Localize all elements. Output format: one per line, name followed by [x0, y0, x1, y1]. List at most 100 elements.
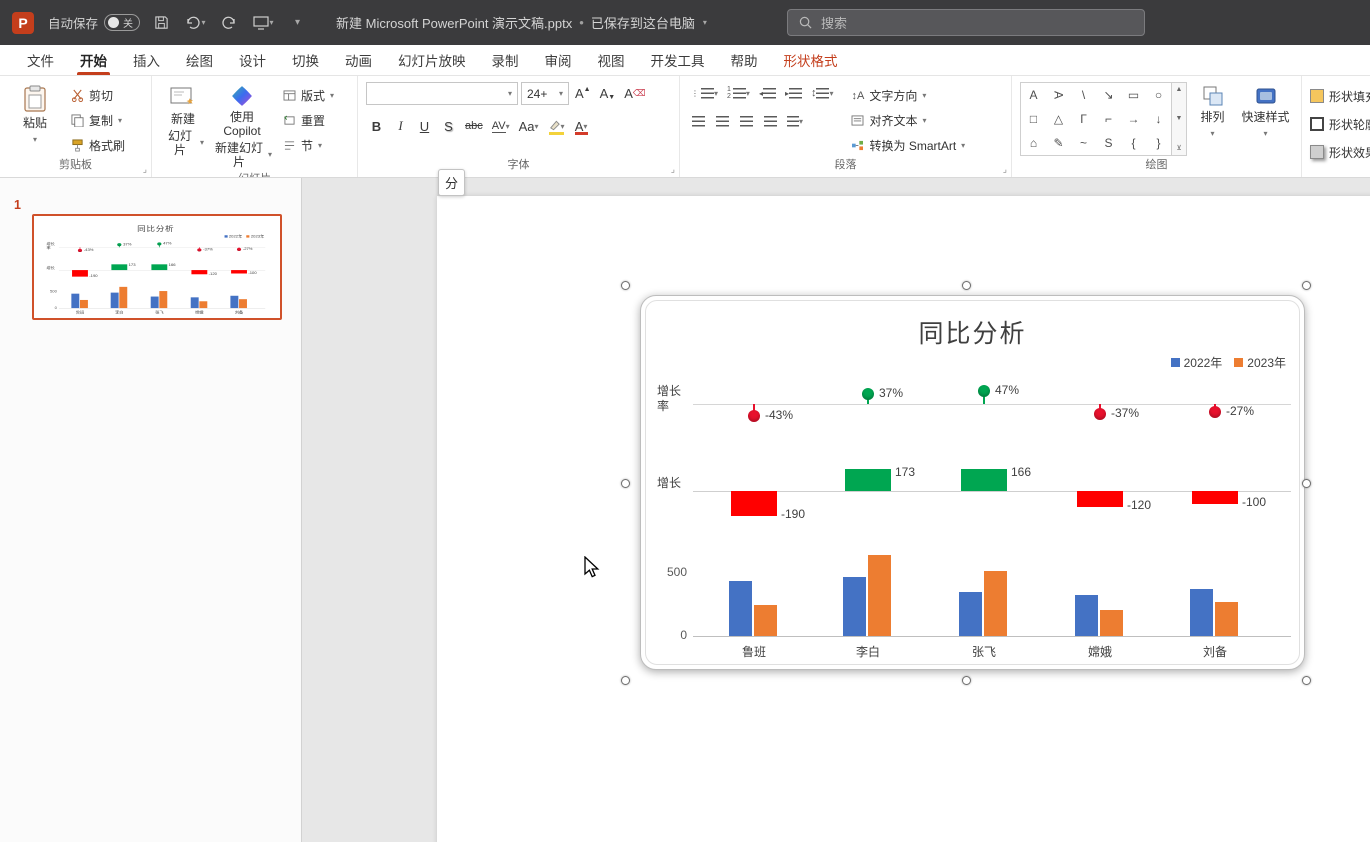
- resize-handle-bottom-right[interactable]: [1302, 676, 1311, 685]
- chart-object[interactable]: 同比分析2022年2023年增长 率-43%37%47%-37%-27%增长-1…: [640, 295, 1305, 670]
- quick-styles-button[interactable]: 快速样式 ▾: [1238, 82, 1293, 144]
- paragraph-dialog-launcher[interactable]: ⌟: [1003, 165, 1007, 174]
- bullets-button[interactable]: ⋮▾: [688, 82, 721, 104]
- align-text-button[interactable]: 对齐文本 ▾: [846, 109, 970, 132]
- justify-button[interactable]: [760, 110, 781, 132]
- font-dialog-launcher[interactable]: ⌟: [671, 165, 675, 174]
- autosave-switch[interactable]: 关: [104, 14, 140, 31]
- shape-scribble-icon[interactable]: ✎: [1046, 131, 1071, 155]
- ribbon-tab-draw[interactable]: 绘图: [173, 45, 226, 75]
- reset-button[interactable]: 重置: [278, 109, 339, 132]
- shape-right-brace-icon[interactable]: }: [1146, 131, 1171, 155]
- resize-handle-top-left[interactable]: [621, 281, 630, 290]
- columns-button[interactable]: ▾: [784, 110, 806, 132]
- ribbon-tab-home[interactable]: 开始: [67, 45, 120, 75]
- search-input[interactable]: 搜索: [787, 9, 1145, 36]
- shape-elbow-arrow-connector-icon[interactable]: ⌐: [1096, 107, 1121, 131]
- gallery-more-icon[interactable]: ⊻: [1176, 144, 1181, 152]
- resize-handle-top-middle[interactable]: [962, 281, 971, 290]
- touch-mouse-mode-button[interactable]: ▾: [250, 10, 276, 36]
- highlight-color-button[interactable]: ▾: [545, 115, 568, 137]
- ribbon-tab-design[interactable]: 设计: [226, 45, 279, 75]
- ribbon-tab-insert[interactable]: 插入: [120, 45, 173, 75]
- clipboard-dialog-launcher[interactable]: ⌟: [143, 165, 147, 174]
- shapes-gallery-scrollbar[interactable]: ▲ ▼ ⊻: [1172, 82, 1187, 156]
- font-size-combo[interactable]: 24+▾: [521, 82, 569, 105]
- shape-rectangle-icon[interactable]: ▭: [1121, 83, 1146, 107]
- bold-button[interactable]: B: [366, 115, 387, 137]
- increase-indent-button[interactable]: ▸: [782, 82, 805, 104]
- grow-font-button[interactable]: A▲: [572, 83, 594, 105]
- align-left-button[interactable]: [688, 110, 709, 132]
- shape-effects-button[interactable]: 形状效果 ▾: [1310, 140, 1370, 164]
- shape-line-arrow-icon[interactable]: ↘: [1096, 83, 1121, 107]
- arrange-button[interactable]: 排列 ▾: [1191, 82, 1234, 144]
- undo-button[interactable]: ▾: [182, 10, 208, 36]
- shape-freeform-icon[interactable]: ⌂: [1021, 131, 1046, 155]
- shape-text-box-icon[interactable]: A: [1021, 83, 1046, 107]
- document-title[interactable]: 新建 Microsoft PowerPoint 演示文稿.pptx • 已保存到…: [336, 13, 707, 32]
- ribbon-tab-developer[interactable]: 开发工具: [638, 45, 718, 75]
- italic-button[interactable]: I: [390, 115, 411, 137]
- ribbon-tab-slideshow[interactable]: 幻灯片放映: [385, 45, 479, 75]
- ribbon-tab-view[interactable]: 视图: [585, 45, 638, 75]
- resize-handle-bottom-left[interactable]: [621, 676, 630, 685]
- shape-down-arrow-icon[interactable]: ↓: [1146, 107, 1171, 131]
- shape-arc-icon[interactable]: S: [1096, 131, 1121, 155]
- strikethrough-button[interactable]: abc: [462, 115, 486, 137]
- slide-thumbnail-1[interactable]: 同比分析2022年2023年增长 率-43%37%47%-37%-27%增长-1…: [32, 214, 282, 320]
- ribbon-tab-help[interactable]: 帮助: [718, 45, 771, 75]
- shape-rounded-rectangle-icon[interactable]: □: [1021, 107, 1046, 131]
- font-color-button[interactable]: A ▾: [571, 115, 592, 137]
- autosave-toggle[interactable]: 自动保存 关: [48, 13, 140, 32]
- shape-outline-button[interactable]: 形状轮廓 ▾: [1310, 112, 1370, 136]
- convert-smartart-button[interactable]: 转换为 SmartArt ▾: [846, 134, 970, 157]
- paste-button[interactable]: 粘贴 ▾: [8, 82, 62, 150]
- scroll-down-icon[interactable]: ▼: [1176, 115, 1183, 122]
- shape-curve-icon[interactable]: ~: [1071, 131, 1096, 155]
- shape-fill-button[interactable]: 形状填充 ▾: [1310, 84, 1370, 108]
- slide-canvas[interactable]: 同比分析2022年2023年增长 率-43%37%47%-37%-27%增长-1…: [302, 178, 1370, 842]
- text-shadow-button[interactable]: S: [438, 115, 459, 137]
- redo-button[interactable]: [216, 10, 242, 36]
- quick-access-more-button[interactable]: ▾: [284, 10, 310, 36]
- resize-handle-top-right[interactable]: [1302, 281, 1311, 290]
- align-center-button[interactable]: [712, 110, 733, 132]
- shape-isosceles-triangle-icon[interactable]: △: [1046, 107, 1071, 131]
- ribbon-tab-file[interactable]: 文件: [14, 45, 67, 75]
- text-direction-button[interactable]: ↕A 文字方向 ▾: [846, 84, 970, 107]
- format-painter-button[interactable]: 格式刷: [66, 134, 130, 157]
- ribbon-tab-record[interactable]: 录制: [479, 45, 532, 75]
- shrink-font-button[interactable]: A▼: [597, 83, 619, 105]
- powerpoint-logo-icon[interactable]: P: [12, 12, 34, 34]
- underline-button[interactable]: U: [414, 115, 435, 137]
- ribbon-tab-review[interactable]: 审阅: [532, 45, 585, 75]
- copilot-new-slide-button[interactable]: 使用 Copilot 新建幻灯片▾: [210, 82, 274, 172]
- layout-button[interactable]: 版式 ▾: [278, 84, 339, 107]
- ribbon-tab-transitions[interactable]: 切换: [279, 45, 332, 75]
- resize-handle-bottom-middle[interactable]: [962, 676, 971, 685]
- shape-line-icon[interactable]: \: [1071, 83, 1096, 107]
- shape-elbow-connector-icon[interactable]: Γ: [1071, 107, 1096, 131]
- line-spacing-button[interactable]: ↕▾: [808, 82, 837, 104]
- align-right-button[interactable]: [736, 110, 757, 132]
- change-case-button[interactable]: Aa▾: [516, 115, 542, 137]
- shape-vertical-text-box-icon[interactable]: A: [1047, 83, 1071, 108]
- scroll-up-icon[interactable]: ▲: [1176, 86, 1183, 93]
- ribbon-tab-animations[interactable]: 动画: [332, 45, 385, 75]
- character-spacing-button[interactable]: AV▾: [489, 115, 513, 137]
- clear-formatting-button[interactable]: A⌫: [621, 83, 648, 105]
- resize-handle-middle-right[interactable]: [1302, 479, 1311, 488]
- shape-left-brace-icon[interactable]: {: [1121, 131, 1146, 155]
- decrease-indent-button[interactable]: ◂: [756, 82, 779, 104]
- cut-button[interactable]: 剪切: [66, 84, 130, 107]
- ribbon-tab-shape-format[interactable]: 形状格式: [771, 45, 851, 75]
- save-button[interactable]: [148, 10, 174, 36]
- numbering-button[interactable]: 12▾: [724, 82, 753, 104]
- copy-button[interactable]: 复制 ▾: [66, 109, 130, 132]
- font-name-combo[interactable]: ▾: [366, 82, 518, 105]
- resize-handle-middle-left[interactable]: [621, 479, 630, 488]
- new-slide-button[interactable]: 新建 幻灯片▾: [160, 82, 206, 160]
- shape-oval-icon[interactable]: ○: [1146, 83, 1171, 107]
- shape-right-arrow-icon[interactable]: →: [1121, 107, 1146, 131]
